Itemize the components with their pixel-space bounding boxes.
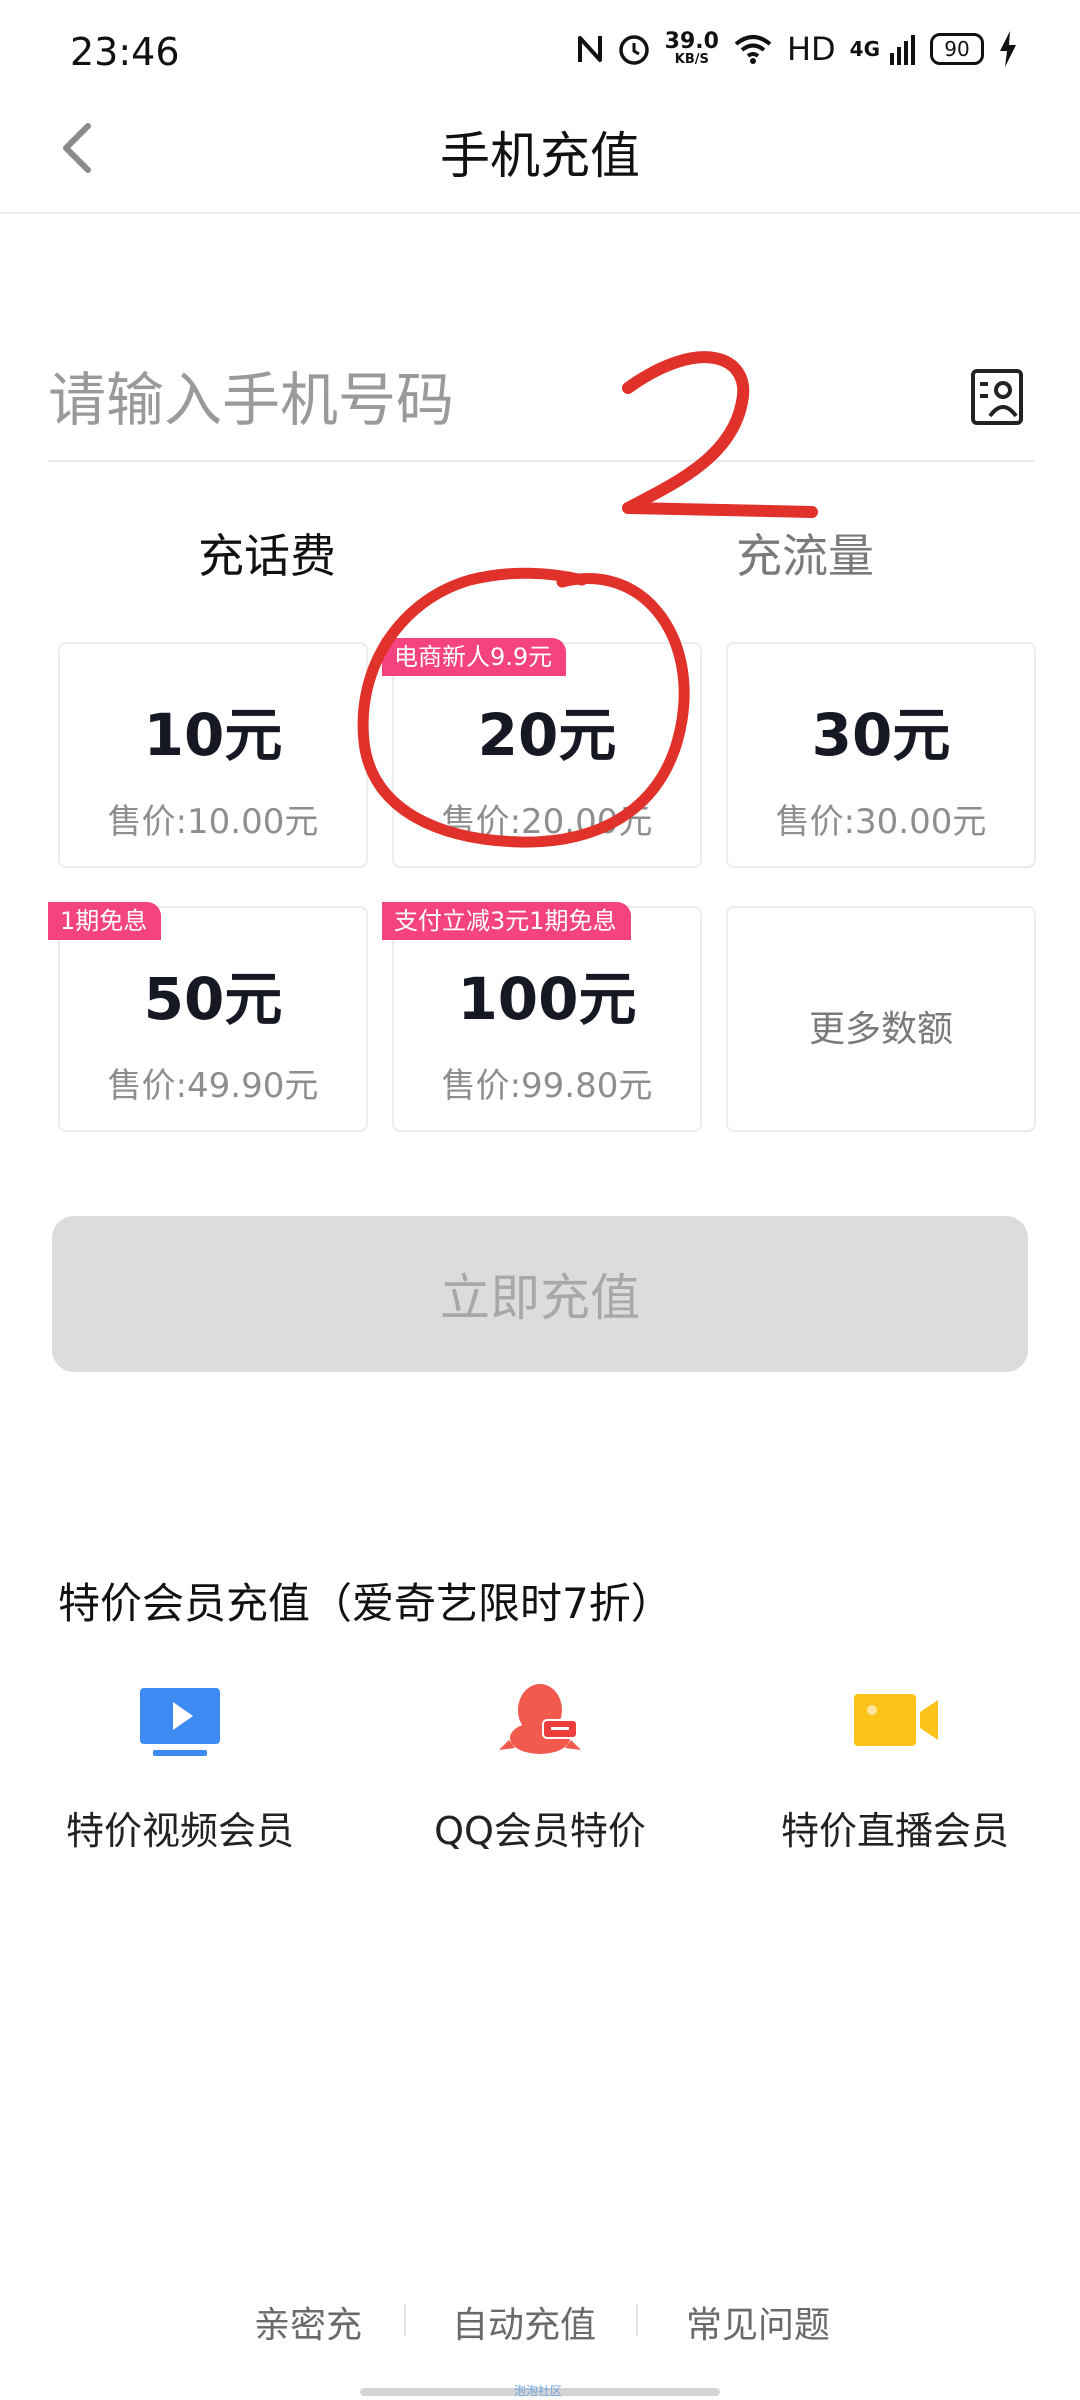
option-amount: 100元 <box>457 965 637 1033</box>
option-card-20[interactable]: 电商新人9.9元 20元 售价:20.00元 <box>382 638 702 868</box>
hd-label: HD <box>786 30 836 68</box>
option-price: 售价:99.80元 <box>441 1066 653 1106</box>
qq-penguin-icon <box>499 1684 581 1754</box>
option-price: 售价:10.00元 <box>107 802 319 842</box>
member-item-video[interactable]: 特价视频会员 <box>30 1680 330 1855</box>
tab-data[interactable]: 充流量 <box>736 520 874 586</box>
promo-badge: 支付立减3元1期免息 <box>382 902 631 940</box>
contacts-book-icon[interactable] <box>970 368 1024 426</box>
battery-icon: 90 <box>930 33 984 65</box>
footer-separator <box>404 2304 406 2336</box>
membership-section-title: 特价会员充值（爱奇艺限时7折） <box>58 1579 673 1628</box>
page-title: 手机充值 <box>440 127 640 185</box>
net-speed-value: 39.0 <box>664 29 719 54</box>
signal-icon <box>890 35 915 65</box>
option-card-10[interactable]: 10元 售价:10.00元 <box>58 642 368 868</box>
footer-link-auto-recharge[interactable]: 自动充值 <box>452 2296 596 2348</box>
more-amounts-label: 更多数额 <box>808 1009 953 1050</box>
option-amount: 50元 <box>143 965 283 1033</box>
footer-separator <box>636 2304 638 2336</box>
alarm-icon <box>618 35 649 65</box>
member-label: QQ会员特价 <box>434 1809 646 1853</box>
member-item-live[interactable]: 特价直播会员 <box>745 1680 1045 1855</box>
option-card-100[interactable]: 支付立减3元1期免息 100元 售价:99.80元 <box>382 902 702 1132</box>
phone-number-input[interactable] <box>48 350 928 450</box>
recharge-now-button[interactable]: 立即充值 <box>52 1216 1028 1372</box>
net-speed-unit: KB/S <box>674 52 709 67</box>
nfc-icon <box>577 36 602 62</box>
input-divider <box>48 460 1034 462</box>
status-time: 23:46 <box>70 30 180 74</box>
option-amount: 20元 <box>477 701 617 769</box>
promo-badge: 电商新人9.9元 <box>382 638 567 676</box>
option-price: 售价:20.00元 <box>441 802 653 842</box>
footer-link-faq[interactable]: 常见问题 <box>686 2296 830 2348</box>
option-amount: 30元 <box>811 701 951 769</box>
member-item-qq[interactable]: QQ会员特价 <box>390 1680 690 1855</box>
promo-badge: 1期免息 <box>48 902 162 940</box>
footer-link-intimate-recharge[interactable]: 亲密充 <box>254 2296 362 2348</box>
video-play-icon <box>140 1688 220 1756</box>
member-label: 特价视频会员 <box>65 1809 294 1853</box>
option-amount: 10元 <box>143 701 283 769</box>
network-type: 4G <box>849 37 880 61</box>
option-price: 售价:30.00元 <box>775 802 987 842</box>
wifi-icon <box>734 35 772 64</box>
member-label: 特价直播会员 <box>780 1809 1009 1853</box>
option-card-30[interactable]: 30元 售价:30.00元 <box>726 642 1036 868</box>
option-price: 售价:49.90元 <box>107 1066 319 1106</box>
watermark: 泡泡社区 <box>514 2384 563 2398</box>
tab-call-credit[interactable]: 充话费 <box>198 520 336 586</box>
option-card-more[interactable]: 更多数额 <box>726 906 1036 1132</box>
live-camera-icon <box>854 1694 938 1746</box>
battery-level: 90 <box>944 37 970 61</box>
option-card-50[interactable]: 1期免息 50元 售价:49.90元 <box>48 902 368 1132</box>
header-divider <box>0 212 1080 214</box>
status-icons: 39.0 KB/S HD 4G 90 <box>577 30 1018 68</box>
net-speed: 39.0 KB/S <box>665 31 719 67</box>
charging-icon <box>1000 31 1016 67</box>
